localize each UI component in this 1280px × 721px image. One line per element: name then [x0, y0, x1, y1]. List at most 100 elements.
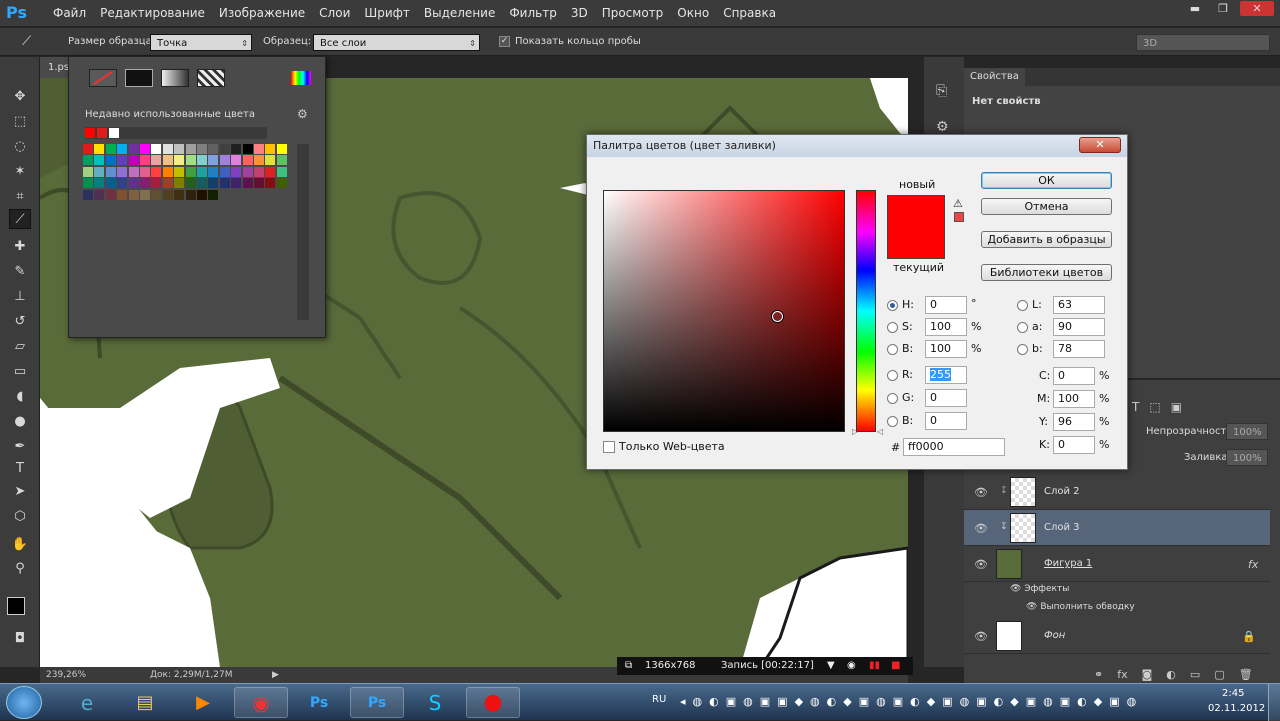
move-tool-icon[interactable]: ✥: [9, 87, 31, 107]
color-swatch[interactable]: [94, 178, 105, 189]
tray-icon[interactable]: ▣: [976, 695, 986, 708]
h-input[interactable]: 0: [925, 296, 967, 314]
zoom-tool-icon[interactable]: ⚲: [9, 559, 31, 579]
color-swatch[interactable]: [197, 155, 207, 166]
k-input[interactable]: 0: [1053, 436, 1095, 454]
color-swatch[interactable]: [140, 178, 150, 189]
hue-slider[interactable]: [856, 190, 876, 432]
healing-brush-icon[interactable]: ✚: [9, 237, 31, 257]
tray-icon[interactable]: ◍: [693, 695, 703, 708]
color-swatch[interactable]: [105, 166, 116, 177]
color-swatch[interactable]: [174, 178, 185, 189]
tray-icon[interactable]: ▣: [1026, 695, 1036, 708]
eye-icon[interactable]: 👁: [974, 558, 988, 571]
color-swatch[interactable]: [254, 155, 264, 166]
color-swatch[interactable]: [151, 189, 162, 200]
color-swatch[interactable]: [162, 166, 173, 177]
color-swatch[interactable]: [151, 155, 162, 166]
menu-item[interactable]: Изображение: [212, 0, 312, 27]
foreground-color-swatch[interactable]: [7, 597, 25, 615]
tray-icon[interactable]: ◍: [876, 695, 886, 708]
tab-properties[interactable]: Свойства: [964, 68, 1025, 86]
color-libraries-button[interactable]: Библиотеки цветов: [981, 264, 1112, 281]
no-color-swatch[interactable]: [89, 69, 117, 87]
color-swatch[interactable]: [265, 144, 276, 154]
color-swatch[interactable]: [276, 144, 287, 154]
color-swatch[interactable]: [151, 178, 162, 189]
tray-icon[interactable]: ◆: [927, 695, 935, 708]
layer-row[interactable]: 👁 Фигура 1 fx: [964, 546, 1270, 582]
pause-icon[interactable]: ▮▮: [869, 657, 880, 675]
color-swatch[interactable]: [197, 189, 207, 200]
s-input[interactable]: 100: [925, 318, 967, 336]
radio-blue[interactable]: [887, 416, 898, 427]
eye-icon[interactable]: 👁: [974, 630, 988, 643]
gradient-swatch[interactable]: [161, 69, 189, 87]
tray-icon[interactable]: ◆: [795, 695, 803, 708]
color-swatch[interactable]: [208, 155, 219, 166]
menu-item[interactable]: Фильтр: [502, 0, 563, 27]
adjustment-icon[interactable]: ◐: [1166, 668, 1176, 681]
color-swatch[interactable]: [117, 189, 128, 200]
camera-icon[interactable]: ◉: [847, 657, 856, 675]
y-input[interactable]: 96: [1053, 413, 1095, 431]
tray-icon[interactable]: ◆: [1094, 695, 1102, 708]
color-swatch[interactable]: [254, 178, 264, 189]
tray-icon[interactable]: ▣: [760, 695, 770, 708]
photoshop-active-taskbar-icon[interactable]: Ps: [350, 687, 404, 718]
color-swatch[interactable]: [185, 189, 196, 200]
tray-icon[interactable]: ◆: [1010, 695, 1018, 708]
menu-item[interactable]: Справка: [716, 0, 783, 27]
ie-icon[interactable]: e: [60, 687, 114, 718]
shape-filter-icon[interactable]: ⬚: [1149, 400, 1160, 414]
c-input[interactable]: 0: [1053, 367, 1095, 385]
color-swatch[interactable]: [117, 144, 128, 154]
color-swatch[interactable]: [151, 166, 162, 177]
close-app-button[interactable]: ✕: [1240, 1, 1274, 16]
ok-button[interactable]: ОК: [981, 172, 1112, 189]
color-swatch[interactable]: [265, 178, 276, 189]
path-selection-icon[interactable]: ➤: [9, 482, 31, 502]
menu-item[interactable]: 3D: [564, 0, 595, 27]
lasso-tool-icon[interactable]: ◌: [9, 137, 31, 157]
eyedropper-tool-icon[interactable]: ⟋: [9, 209, 31, 229]
tray-icon[interactable]: ▣: [1060, 695, 1070, 708]
color-swatch[interactable]: [105, 178, 116, 189]
color-swatch[interactable]: [128, 178, 139, 189]
color-swatch[interactable]: [83, 144, 93, 154]
workspace-select[interactable]: 3D: [1136, 34, 1270, 51]
color-swatch[interactable]: [231, 155, 242, 166]
color-swatch[interactable]: [94, 144, 105, 154]
color-swatch[interactable]: [174, 166, 185, 177]
layer-row[interactable]: 👁 ↧ Слой 2: [964, 474, 1270, 510]
menu-item[interactable]: Выделение: [417, 0, 502, 27]
color-swatch[interactable]: [242, 155, 253, 166]
actions-icon[interactable]: ⚙: [936, 119, 949, 135]
color-swatch[interactable]: [276, 178, 287, 189]
layer-row-selected[interactable]: 👁 ↧ Слой 3: [964, 510, 1270, 546]
tray-icon[interactable]: ◆: [843, 695, 851, 708]
color-swatch[interactable]: [128, 155, 139, 166]
radio-a[interactable]: [1017, 322, 1028, 333]
color-swatch[interactable]: [219, 178, 230, 189]
gear-icon[interactable]: ⚙: [297, 107, 308, 121]
warning-icon[interactable]: ⚠: [953, 197, 963, 210]
skype-icon[interactable]: S: [408, 687, 462, 718]
color-swatch[interactable]: [185, 144, 196, 154]
trash-icon[interactable]: 🗑: [1239, 668, 1253, 681]
recorder-icon[interactable]: ●: [466, 687, 520, 718]
color-swatch[interactable]: [105, 155, 116, 166]
color-swatch[interactable]: [265, 166, 276, 177]
color-swatch[interactable]: [83, 189, 93, 200]
color-swatch[interactable]: [208, 144, 219, 154]
g-input[interactable]: 0: [925, 389, 967, 407]
color-swatch[interactable]: [185, 155, 196, 166]
pen-tool-icon[interactable]: ✒: [9, 437, 31, 457]
hue-slider-handle-left[interactable]: ▷: [847, 427, 858, 436]
new-layer-icon[interactable]: ▢: [1214, 668, 1224, 681]
dodge-tool-icon[interactable]: ●: [9, 412, 31, 432]
lab-b-input[interactable]: 78: [1053, 340, 1105, 358]
restore-button[interactable]: ❐: [1212, 1, 1234, 16]
color-swatch[interactable]: [174, 155, 185, 166]
fx-icon[interactable]: fx: [1248, 558, 1258, 571]
